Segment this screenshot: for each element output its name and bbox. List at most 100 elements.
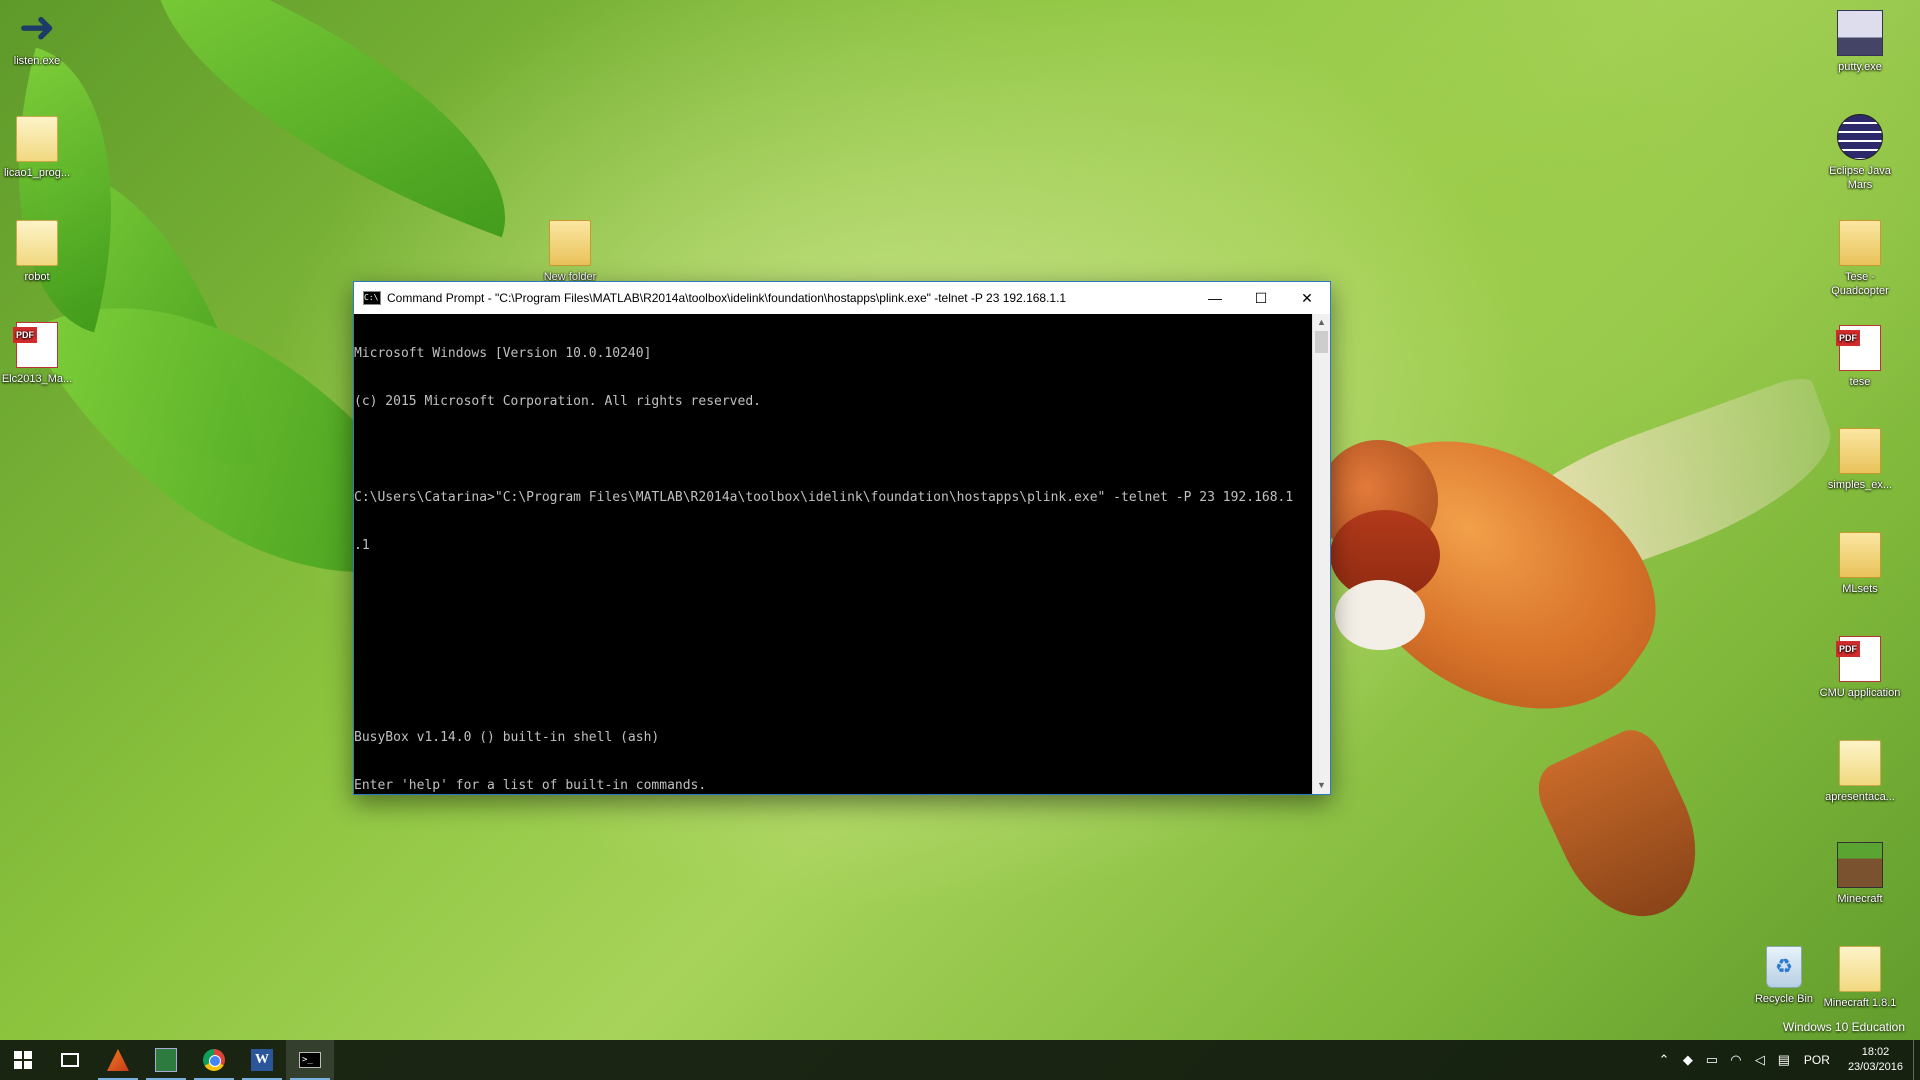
excel-icon — [155, 1048, 177, 1072]
chevron-up-icon[interactable]: ⌃ — [1652, 1040, 1676, 1080]
wifi-icon[interactable]: ◠ — [1724, 1040, 1748, 1080]
console-line: .1 — [354, 538, 370, 553]
command-prompt-window[interactable]: C:\ Command Prompt - "C:\Program Files\M… — [353, 281, 1331, 795]
desktop-icon-listen[interactable]: ➜ listen.exe — [0, 6, 78, 68]
desktop-icon-label: apresentaca... — [1825, 791, 1895, 803]
minecraft-icon — [1837, 842, 1883, 888]
desktop-icon-label: robot — [24, 271, 50, 283]
desktop-icon-label: putty.exe — [1838, 61, 1882, 73]
pdf-icon — [13, 322, 58, 368]
pdf-icon — [1836, 325, 1881, 371]
close-button[interactable]: ✕ — [1284, 282, 1330, 314]
desktop-icon-mlsets[interactable]: MLsets — [1819, 532, 1901, 596]
start-button[interactable] — [0, 1040, 46, 1080]
task-view-button[interactable] — [46, 1040, 94, 1080]
window-titlebar[interactable]: C:\ Command Prompt - "C:\Program Files\M… — [354, 282, 1330, 314]
document-icon — [1839, 946, 1881, 992]
document-icon — [1839, 740, 1881, 786]
folder-icon — [549, 220, 591, 266]
console-output[interactable]: Microsoft Windows [Version 10.0.10240] (… — [354, 314, 1313, 794]
desktop-icon-robot[interactable]: robot — [0, 220, 78, 284]
input-language-indicator[interactable]: POR — [1796, 1053, 1838, 1067]
bird-tail-decoration — [1528, 720, 1722, 940]
desktop-icon-label: tese — [1849, 376, 1871, 388]
desktop-icon-putty[interactable]: putty.exe — [1819, 10, 1901, 74]
scroll-thumb[interactable] — [1315, 331, 1328, 353]
desktop-icon-elc2013[interactable]: Elc2013_Ma... — [0, 322, 78, 386]
taskbar-matlab[interactable] — [94, 1040, 142, 1080]
console-line: BusyBox v1.14.0 () built-in shell (ash) — [354, 730, 660, 745]
document-icon — [16, 220, 58, 266]
scroll-up-icon[interactable]: ▲ — [1313, 314, 1330, 331]
notifications-icon[interactable]: ▤ — [1772, 1040, 1796, 1080]
console-line: (c) 2015 Microsoft Corporation. All righ… — [354, 394, 761, 409]
taskbar-word[interactable]: W — [238, 1040, 286, 1080]
word-icon: W — [251, 1049, 273, 1071]
folder-icon — [1839, 220, 1881, 266]
taskbar-cmd[interactable]: >_ — [286, 1040, 334, 1080]
desktop-icon-label: Recycle Bin — [1754, 993, 1814, 1005]
desktop-icon-label: Elc2013_Ma... — [1, 373, 73, 385]
desktop-icon-label: Minecraft — [1837, 893, 1883, 905]
desktop-icon-licao1[interactable]: licao1_prog... — [0, 116, 78, 180]
desktop-icon-minecraft-181[interactable]: Minecraft 1.8.1 — [1819, 946, 1901, 1010]
desktop-icon-label: CMU application — [1819, 687, 1901, 699]
desktop-icon-label: Eclipse Java Mars — [1829, 165, 1891, 191]
desktop-icon-minecraft[interactable]: Minecraft — [1819, 842, 1901, 906]
arrow-right-icon: ➜ — [18, 3, 56, 52]
folder-icon — [1839, 428, 1881, 474]
clock-date: 23/03/2016 — [1847, 1061, 1903, 1073]
leaf-decoration — [107, 0, 553, 238]
window-controls: — ☐ ✕ — [1192, 282, 1330, 314]
console-line: C:\Users\Catarina>"C:\Program Files\MATL… — [354, 490, 1294, 505]
window-title: Command Prompt - "C:\Program Files\MATLA… — [387, 291, 1067, 305]
task-view-icon — [61, 1053, 79, 1067]
minimize-button[interactable]: — — [1192, 282, 1238, 314]
desktop-icon-label: licao1_prog... — [3, 167, 71, 179]
command-prompt-icon: C:\ — [363, 291, 381, 305]
folder-icon — [1839, 532, 1881, 578]
desktop-icon-label: Tese - Quadcopter — [1831, 271, 1889, 297]
clock[interactable]: 18:02 23/03/2016 — [1838, 1045, 1913, 1075]
volume-muted-icon[interactable]: ◁ — [1748, 1040, 1772, 1080]
desktop-icon-simples-ex[interactable]: simples_ex... — [1819, 428, 1901, 492]
windows-edition-watermark: Windows 10 Education — [1782, 1020, 1905, 1034]
chrome-icon — [203, 1049, 225, 1071]
clock-time: 18:02 — [1861, 1046, 1890, 1058]
console-line: Microsoft Windows [Version 10.0.10240] — [354, 346, 652, 361]
pdf-icon — [1836, 636, 1881, 682]
taskbar-chrome[interactable] — [190, 1040, 238, 1080]
recycle-bin-icon: ♻ — [1766, 946, 1802, 988]
desktop-icon-recycle-bin[interactable]: ♻ Recycle Bin — [1743, 946, 1825, 1006]
scroll-down-icon[interactable]: ▼ — [1313, 777, 1330, 794]
putty-icon — [1837, 10, 1883, 56]
maximize-button[interactable]: ☐ — [1238, 282, 1284, 314]
taskbar-excel[interactable] — [142, 1040, 190, 1080]
taskbar: W >_ ⌃ ◆ ▭ ◠ ◁ ▤ POR 18:02 23/03/2016 — [0, 1040, 1920, 1080]
desktop-icon-tese[interactable]: tese — [1819, 325, 1901, 389]
vertical-scrollbar[interactable]: ▲ ▼ — [1312, 314, 1330, 794]
document-icon — [16, 116, 58, 162]
dropbox-icon[interactable]: ◆ — [1676, 1040, 1700, 1080]
bird-chest-decoration — [1335, 580, 1425, 650]
battery-icon[interactable]: ▭ — [1700, 1040, 1724, 1080]
cmd-icon: >_ — [299, 1052, 321, 1068]
system-tray: ⌃ ◆ ▭ ◠ ◁ ▤ POR 18:02 23/03/2016 — [1652, 1040, 1920, 1080]
desktop-icon-label: MLsets — [1842, 583, 1878, 595]
windows-logo-icon — [14, 1051, 32, 1069]
desktop-icon-new-folder[interactable]: New folder — [529, 220, 611, 284]
desktop-icon-cmu-application[interactable]: CMU application — [1819, 636, 1901, 700]
eclipse-icon — [1837, 114, 1883, 160]
console-line: Enter 'help' for a list of built-in comm… — [354, 778, 707, 793]
desktop-icon-label: Minecraft 1.8.1 — [1823, 997, 1897, 1009]
desktop-icon-tese-quadcopter[interactable]: Tese - Quadcopter — [1819, 220, 1901, 298]
matlab-icon — [107, 1049, 129, 1071]
desktop-icon-label: simples_ex... — [1827, 479, 1893, 491]
desktop-icon-apresentacao[interactable]: apresentaca... — [1819, 740, 1901, 804]
desktop-icon-eclipse[interactable]: Eclipse Java Mars — [1819, 114, 1901, 192]
show-desktop-button[interactable] — [1913, 1040, 1920, 1080]
